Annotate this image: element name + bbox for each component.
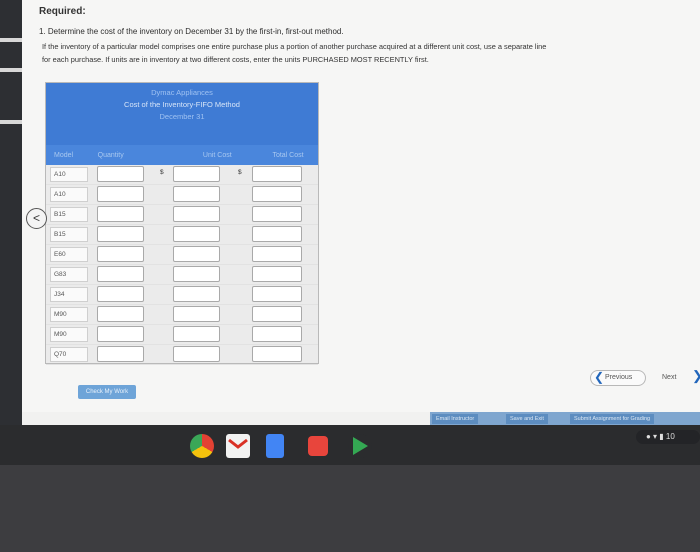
quantity-input[interactable] [97,246,144,262]
play-store-icon[interactable] [348,434,372,458]
col-total-cost: Total Cost [272,151,304,159]
email-instructor-button[interactable]: Email Instructor [432,414,479,424]
quantity-input[interactable] [97,206,144,222]
left-sidebar-edge [0,0,22,425]
model-cell: M90 [50,307,88,322]
chevron-right-icon: ❯ [692,368,700,384]
col-quantity: Quantity [97,151,124,159]
table-row: Q70 [46,345,318,365]
model-cell: B15 [50,227,88,242]
dollar-sign: $ [160,169,164,176]
model-cell: E60 [50,247,88,262]
previous-button[interactable]: ❮ Previous [590,370,646,386]
col-unit-cost: Unit Cost [202,151,232,159]
gmail-icon[interactable] [226,434,250,458]
table-row: B15 [46,205,318,225]
table-row: G83 [46,265,318,285]
sidebar-tab[interactable] [0,38,22,42]
quantity-input[interactable] [97,326,144,342]
desk-background [0,465,700,552]
system-tray[interactable]: ● ▾ ▮ 10 [636,430,700,444]
table-title: Cost of the Inventory-FIFO Method [124,100,240,109]
quantity-input[interactable] [97,166,144,182]
model-cell: Q70 [50,347,88,362]
instructions-line-1: If the inventory of a particular model c… [42,42,547,51]
instructions: If the inventory of a particular model c… [42,40,692,66]
save-and-exit-button[interactable]: Save and Exit [506,414,548,424]
unit-cost-input[interactable] [173,166,220,182]
sidebar-tab[interactable] [0,68,22,72]
check-my-work-button[interactable]: Check My Work [78,385,136,399]
table-row: J34 [46,285,318,305]
table-row: E60 [46,245,318,265]
required-heading: Required: [39,6,86,17]
clock-time: 10 [665,432,675,441]
model-cell: B15 [50,207,88,222]
unit-cost-input[interactable] [173,346,220,362]
submit-assignment-button[interactable]: Submit Assignment for Grading [570,414,655,424]
total-cost-input[interactable] [252,166,302,182]
table-row: A10 $ $ [46,165,318,185]
total-cost-input[interactable] [252,306,302,322]
youtube-icon[interactable] [308,436,328,456]
sidebar-tab[interactable] [0,120,22,124]
table-row: B15 [46,225,318,245]
instructions-line-2: for each purchase. If units are in inven… [42,55,429,64]
quantity-input[interactable] [97,286,144,302]
quantity-input[interactable] [97,266,144,282]
browser-screen: Required: 1. Determine the cost of the i… [0,0,700,425]
table-row: M90 [46,325,318,345]
total-cost-input[interactable] [252,186,302,202]
docs-icon[interactable] [266,434,284,458]
total-cost-input[interactable] [252,326,302,342]
company-name: Dymac Appliances [151,88,213,97]
unit-cost-input[interactable] [173,286,220,302]
unit-cost-input[interactable] [173,306,220,322]
total-cost-input[interactable] [252,246,302,262]
total-cost-input[interactable] [252,286,302,302]
total-cost-input[interactable] [252,206,302,222]
chevron-left-icon: ❮ [594,370,605,384]
quantity-input[interactable] [97,306,144,322]
unit-cost-input[interactable] [173,186,220,202]
fifo-inventory-table: Dymac Appliances Cost of the Inventory-F… [45,82,319,365]
table-row: A10 [46,185,318,205]
status-icons: ● ▾ ▮ [646,432,666,441]
model-cell: G83 [50,267,88,282]
table-row: M90 [46,305,318,325]
total-cost-input[interactable] [252,226,302,242]
total-cost-input[interactable] [252,346,302,362]
dollar-sign: $ [238,169,242,176]
quantity-input[interactable] [97,226,144,242]
assignment-footer-bar: Email Instructor Save and Exit Submit As… [430,412,700,425]
model-cell: A10 [50,167,88,182]
unit-cost-input[interactable] [173,266,220,282]
model-cell: M90 [50,327,88,342]
quantity-input[interactable] [97,186,144,202]
total-cost-input[interactable] [252,266,302,282]
model-cell: J34 [50,287,88,302]
table-body: A10 $ $ A10 B15 B15 E60 G83 J34 M90 M90 … [46,165,318,365]
next-label: Next [662,374,677,381]
table-date: December 31 [159,112,205,121]
unit-cost-input[interactable] [173,326,220,342]
requirement-1-text: 1. Determine the cost of the inventory o… [39,27,344,36]
previous-label: Previous [605,374,633,381]
back-circle-button[interactable]: < [26,208,47,229]
unit-cost-input[interactable] [173,246,220,262]
unit-cost-input[interactable] [173,226,220,242]
unit-cost-input[interactable] [173,206,220,222]
table-title-block: Dymac Appliances Cost of the Inventory-F… [46,83,318,145]
model-cell: A10 [50,187,88,202]
question-panel: Required: 1. Determine the cost of the i… [22,0,700,412]
column-headers: Model Quantity Unit Cost Total Cost [46,145,318,165]
quantity-input[interactable] [97,346,144,362]
col-model: Model [54,151,74,159]
chrome-icon[interactable] [190,434,214,458]
next-button[interactable]: Next ❯ [662,368,700,386]
